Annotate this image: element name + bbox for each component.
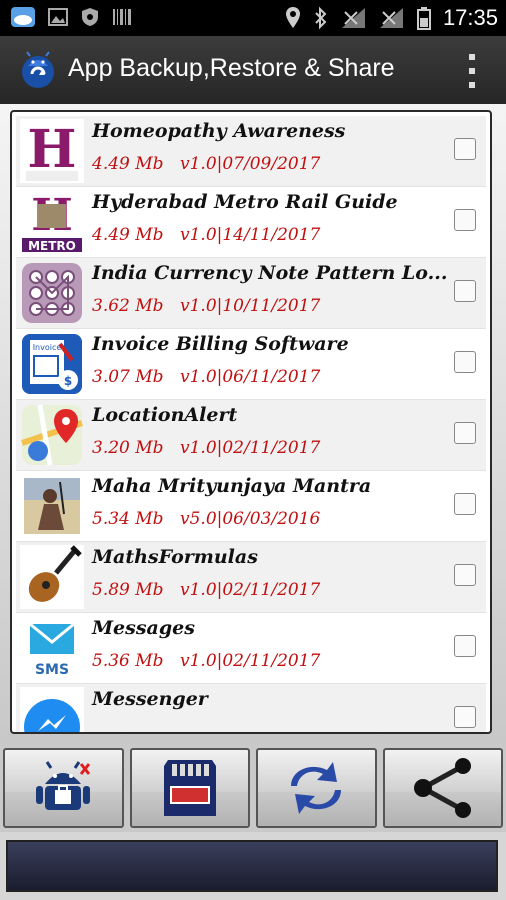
list-item[interactable]: MathsFormulas 5.89 Mb v1.0|02/11/2017 [16, 542, 486, 613]
app-list[interactable]: H Homeopathy Awareness 4.49 Mb v1.0|07/09… [10, 110, 492, 734]
restore-button[interactable] [256, 748, 377, 828]
list-item[interactable]: India Currency Note Pattern Lo... 3.62 M… [16, 258, 486, 329]
bottom-toolbar [0, 744, 506, 832]
app-size: 3.07 Mb [92, 367, 164, 387]
select-checkbox[interactable] [454, 706, 476, 728]
app-version-date: v1.0|07/09/2017 [180, 154, 321, 174]
list-item[interactable]: LocationAlert 3.20 Mb v1.0|02/11/2017 [16, 400, 486, 471]
messenger-icon [20, 687, 84, 732]
list-item[interactable]: H Homeopathy Awareness 4.49 Mb v1.0|07/09… [16, 116, 486, 187]
app-name: LocationAlert [92, 404, 238, 426]
barcode-icon [113, 9, 131, 25]
select-checkbox[interactable] [454, 493, 476, 515]
app-size: 5.34 Mb [92, 509, 164, 529]
android-backup-icon [36, 761, 91, 810]
clock: 17:35 [442, 5, 498, 30]
app-size: 5.36 Mb [92, 651, 164, 671]
android-app-icon[interactable] [18, 50, 58, 90]
pattern-lock-icon [22, 263, 82, 323]
no-signal-icon [379, 8, 403, 28]
list-item[interactable]: Maha Mrityunjaya Mantra 5.34 Mb v5.0|06/0… [16, 471, 486, 542]
svg-text:METRO: METRO [28, 239, 76, 253]
location-icon [285, 7, 300, 28]
app-list-container: H Homeopathy Awareness 4.49 Mb v1.0|07/09… [0, 104, 506, 744]
app-version-date: v1.0|02/11/2017 [180, 438, 321, 458]
select-checkbox[interactable] [454, 351, 476, 373]
select-checkbox[interactable] [454, 209, 476, 231]
select-checkbox[interactable] [454, 635, 476, 657]
list-item[interactable]: Invoice $ Invoice Billing Software 3.07 … [16, 329, 486, 400]
select-checkbox[interactable] [454, 280, 476, 302]
app-name: Invoice Billing Software [92, 333, 349, 355]
sd-card-icon [163, 760, 216, 816]
app-name: Homeopathy Awareness [92, 120, 346, 142]
overflow-menu-icon[interactable] [468, 54, 476, 88]
sd-card-button[interactable] [129, 748, 250, 828]
share-icon [413, 758, 471, 818]
select-checkbox[interactable] [454, 422, 476, 444]
app-size: 4.49 Mb [92, 154, 164, 174]
guitar-icon [20, 545, 84, 609]
battery-icon [416, 7, 431, 30]
ad-banner[interactable] [6, 840, 498, 892]
svg-text:SMS: SMS [35, 662, 69, 678]
bluetooth-icon [315, 6, 327, 30]
app-size: 3.62 Mb [92, 296, 164, 316]
action-bar: App Backup,Restore & Share [0, 36, 506, 105]
app-version-date: v1.0|02/11/2017 [180, 580, 321, 600]
select-checkbox[interactable] [454, 564, 476, 586]
no-signal-icon [341, 8, 365, 28]
image-icon [48, 8, 68, 26]
svg-text:H: H [27, 119, 76, 180]
app-name: Maha Mrityunjaya Mantra [92, 475, 372, 497]
bottom-bar [0, 832, 506, 900]
weather-icon [11, 7, 35, 27]
app-size: 5.89 Mb [92, 580, 164, 600]
sync-icon [291, 762, 342, 814]
svg-text:Invoice: Invoice [33, 343, 62, 352]
app-size: 4.49 Mb [92, 225, 164, 245]
app-name: Hyderabad Metro Rail Guide [92, 191, 398, 213]
app-name: Messenger [92, 688, 208, 710]
status-bar: 17:35 [0, 0, 506, 36]
app-name: India Currency Note Pattern Lo... [92, 262, 448, 284]
shield-icon [82, 8, 98, 26]
list-item[interactable]: H METRO Hyderabad Metro Rail Guide 4.49 … [16, 187, 486, 258]
svg-text:$: $ [64, 374, 72, 388]
backup-button[interactable] [3, 748, 124, 828]
shiva-icon [24, 478, 80, 534]
app-version-date: v1.0|10/11/2017 [180, 296, 321, 316]
app-version-date: v1.0|06/11/2017 [180, 367, 321, 387]
homeopathy-icon: H [20, 119, 84, 183]
app-size: 3.20 Mb [92, 438, 164, 458]
metro-icon: H METRO [20, 190, 84, 254]
app-name: Messages [92, 617, 195, 639]
sms-icon: SMS [22, 618, 82, 678]
share-button[interactable] [382, 748, 503, 828]
app-title: App Backup,Restore & Share [68, 54, 395, 82]
app-version-date: v5.0|06/03/2016 [180, 509, 321, 529]
app-name: MathsFormulas [92, 546, 258, 568]
list-item[interactable]: SMS Messages 5.36 Mb v1.0|02/11/2017 [16, 613, 486, 684]
select-checkbox[interactable] [454, 138, 476, 160]
invoice-icon: Invoice $ [22, 334, 82, 394]
map-pin-icon [21, 404, 83, 466]
app-version-date: v1.0|14/11/2017 [180, 225, 321, 245]
app-version-date: v1.0|02/11/2017 [180, 651, 321, 671]
list-item[interactable]: Messenger [16, 684, 486, 732]
